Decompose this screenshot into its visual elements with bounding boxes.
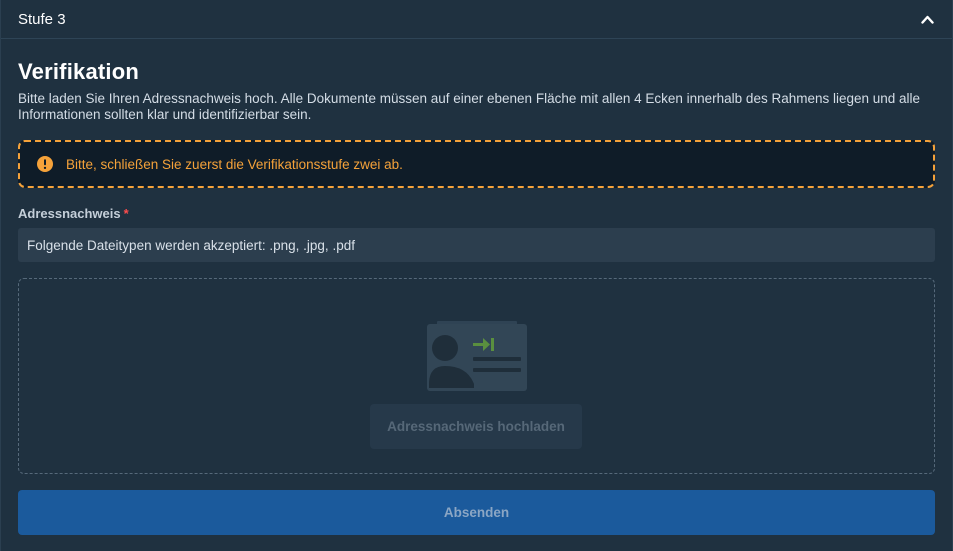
submit-button[interactable]: Absenden (18, 490, 935, 535)
section-description: Bitte laden Sie Ihren Adressnachweis hoc… (18, 91, 921, 122)
warning-alert: Bitte, schließen Sie zuerst die Verifika… (18, 140, 935, 188)
alert-message: Bitte, schließen Sie zuerst die Verifika… (66, 156, 403, 172)
id-card-icon (427, 321, 527, 391)
chevron-up-icon[interactable] (920, 12, 934, 26)
upload-dropzone[interactable]: Adressnachweis hochladen (18, 278, 935, 474)
required-mark: * (123, 206, 129, 221)
upload-button[interactable]: Adressnachweis hochladen (370, 404, 582, 449)
accepted-file-types: Folgende Dateitypen werden akzeptiert: .… (18, 228, 935, 262)
section-title: Verifikation (18, 59, 139, 84)
step-title: Stufe 3 (18, 10, 66, 28)
warning-icon (37, 156, 53, 172)
field-label-text: Adressnachweis (18, 206, 121, 221)
field-label: Adressnachweis * (18, 206, 935, 221)
step-header[interactable]: Stufe 3 (1, 0, 952, 39)
step-content: Verifikation Bitte laden Sie Ihren Adres… (1, 59, 952, 535)
verification-panel: Stufe 3 Verifikation Bitte laden Sie Ihr… (0, 0, 953, 551)
